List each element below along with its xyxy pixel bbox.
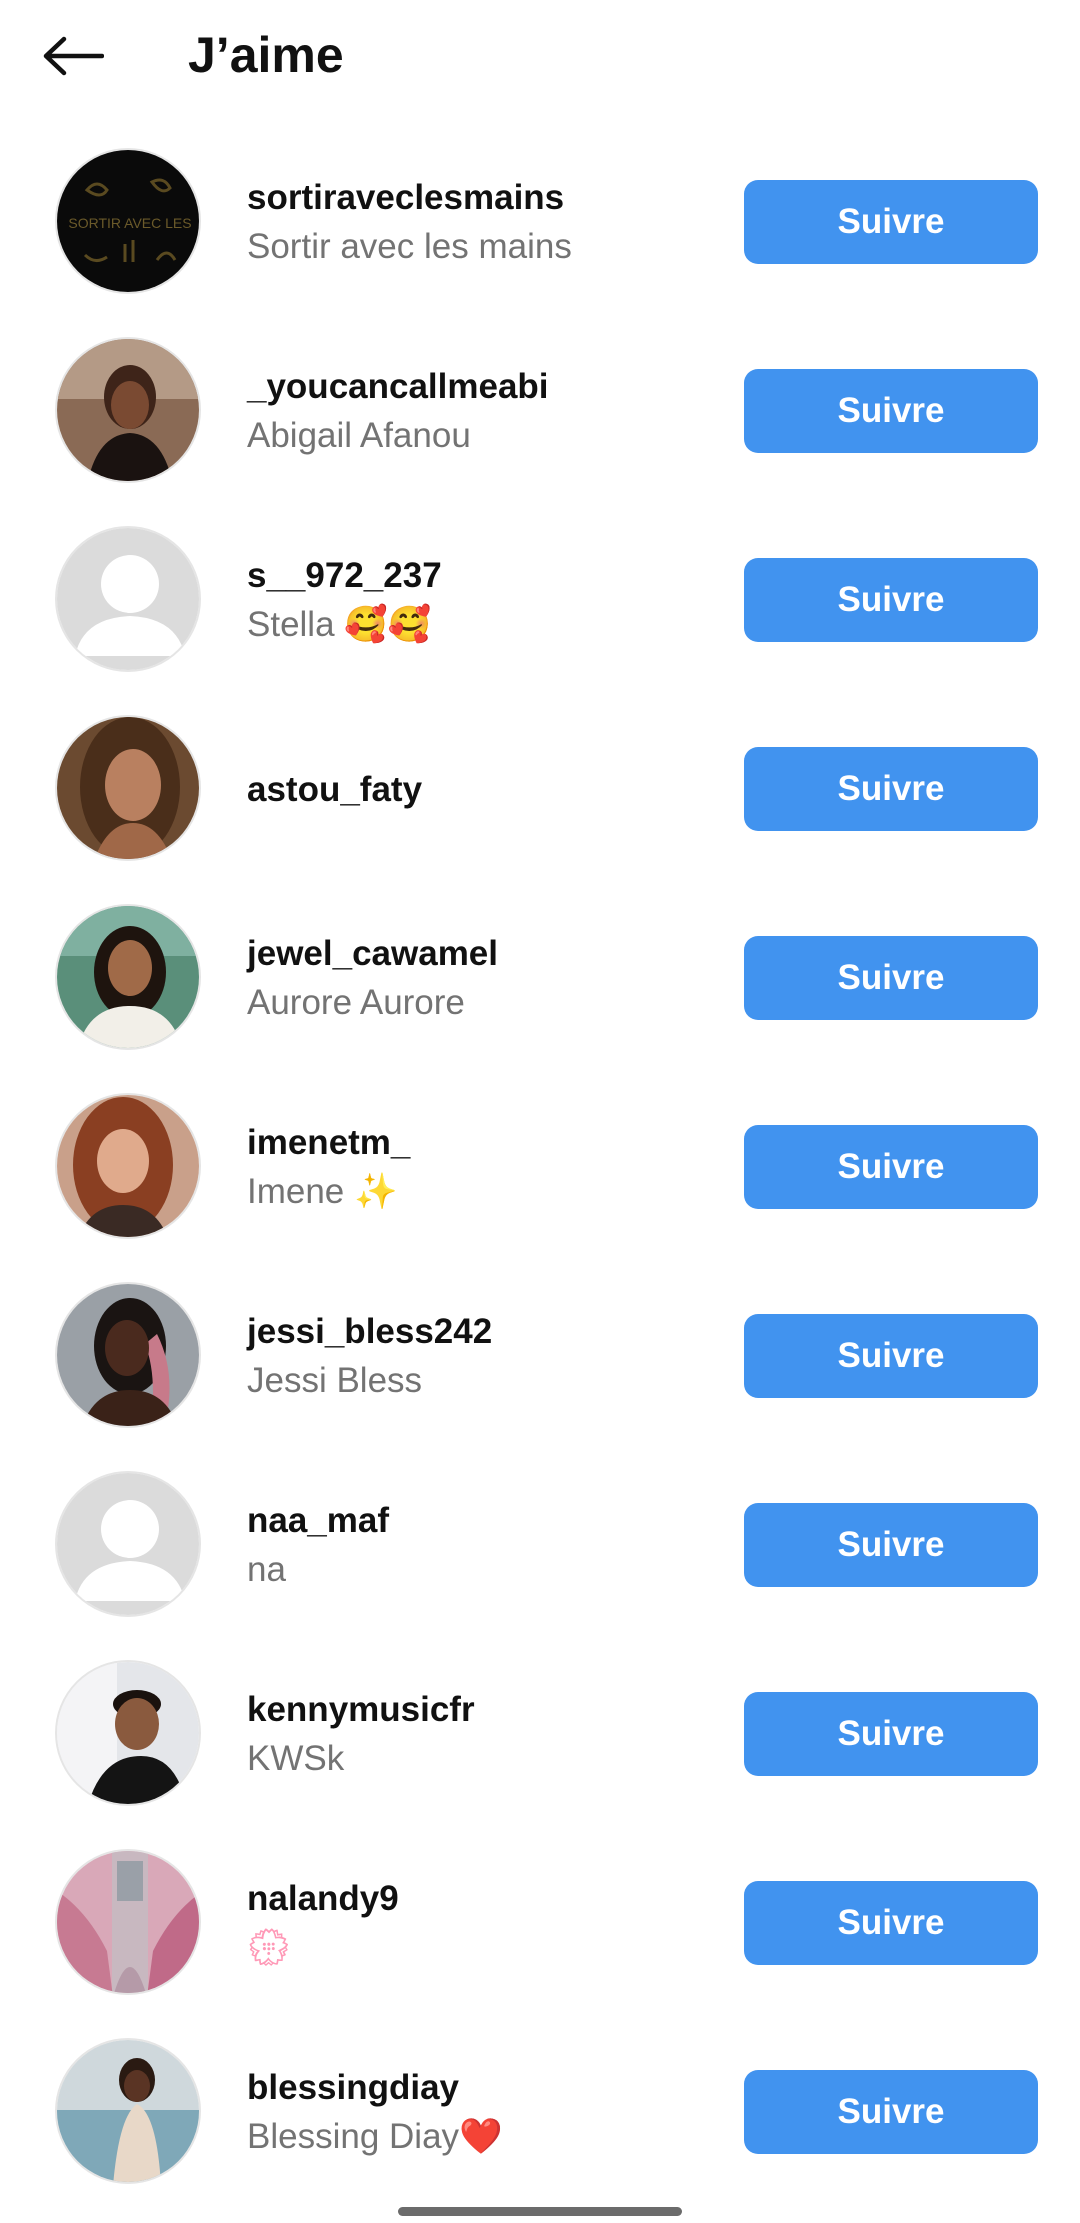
names: naa_maf na <box>247 1451 707 1640</box>
names: astou_faty <box>247 695 707 884</box>
names: jewel_cawamel Aurore Aurore <box>247 884 707 1073</box>
list-item[interactable]: s__972_237 Stella 🥰🥰 Suivre <box>0 506 1080 695</box>
username[interactable]: jessi_bless242 <box>247 1308 707 1356</box>
username[interactable]: imenetm_ <box>247 1119 707 1167</box>
fullname: KWSk <box>247 1738 345 1778</box>
avatar[interactable] <box>55 715 201 861</box>
names: s__972_237 Stella 🥰🥰 <box>247 506 707 695</box>
list-item[interactable]: nalandy9 💮 Suivre <box>0 1829 1080 2018</box>
avatar[interactable]: SORTIR AVEC LES <box>55 148 201 294</box>
avatar[interactable] <box>55 1849 201 1995</box>
svg-text:SORTIR AVEC LES: SORTIR AVEC LES <box>68 215 191 231</box>
list-item[interactable]: jewel_cawamel Aurore Aurore Suivre <box>0 884 1080 1073</box>
names: kennymusicfr KWSk <box>247 1640 707 1829</box>
names: sortiraveclesmains Sortir avec les mains <box>247 128 707 317</box>
follow-button[interactable]: Suivre <box>744 1503 1038 1587</box>
follow-button[interactable]: Suivre <box>744 2070 1038 2154</box>
follow-button[interactable]: Suivre <box>744 180 1038 264</box>
fullname: Aurore Aurore <box>247 982 465 1022</box>
header: J’aime <box>0 0 1080 110</box>
username[interactable]: s__972_237 <box>247 552 707 600</box>
fullname: Imene ✨ <box>247 1171 398 1211</box>
list-item[interactable]: naa_maf na Suivre <box>0 1451 1080 1640</box>
username[interactable]: _youcancallmeabi <box>247 363 707 411</box>
follow-button[interactable]: Suivre <box>744 1125 1038 1209</box>
avatar[interactable] <box>55 337 201 483</box>
fullname: Stella 🥰🥰 <box>247 604 432 644</box>
fullname: Abigail Afanou <box>247 415 471 455</box>
avatar[interactable] <box>55 526 201 672</box>
avatar[interactable] <box>55 904 201 1050</box>
follow-button[interactable]: Suivre <box>744 1314 1038 1398</box>
follow-button[interactable]: Suivre <box>744 1881 1038 1965</box>
follow-button[interactable]: Suivre <box>744 369 1038 453</box>
follow-button[interactable]: Suivre <box>744 747 1038 831</box>
username[interactable]: sortiraveclesmains <box>247 174 707 222</box>
username[interactable]: jewel_cawamel <box>247 930 707 978</box>
list-item[interactable]: jessi_bless242 Jessi Bless Suivre <box>0 1262 1080 1451</box>
list-item[interactable]: blessingdiay Blessing Diay❤️ Suivre <box>0 2018 1080 2207</box>
follow-button[interactable]: Suivre <box>744 558 1038 642</box>
fullname: Jessi Bless <box>247 1360 423 1400</box>
names: nalandy9 💮 <box>247 1829 707 2018</box>
home-indicator[interactable] <box>398 2207 682 2216</box>
names: jessi_bless242 Jessi Bless <box>247 1262 707 1451</box>
fullname: 💮 <box>247 1927 291 1967</box>
names: imenetm_ Imene ✨ <box>247 1073 707 1262</box>
likers-list: SORTIR AVEC LES sortiraveclesmains Sorti… <box>0 128 1080 2207</box>
avatar[interactable] <box>55 1282 201 1428</box>
fullname: Sortir avec les mains <box>247 226 572 266</box>
page-title: J’aime <box>188 27 344 83</box>
list-item[interactable]: SORTIR AVEC LES sortiraveclesmains Sorti… <box>0 128 1080 317</box>
follow-button[interactable]: Suivre <box>744 936 1038 1020</box>
default-user-icon <box>57 528 199 670</box>
avatar[interactable] <box>55 1471 201 1617</box>
username[interactable]: naa_maf <box>247 1497 707 1545</box>
arrow-left-icon <box>43 36 104 76</box>
back-button[interactable] <box>38 28 108 84</box>
names: _youcancallmeabi Abigail Afanou <box>247 317 707 506</box>
username[interactable]: nalandy9 <box>247 1875 707 1923</box>
fullname: na <box>247 1549 286 1589</box>
username[interactable]: astou_faty <box>247 766 707 814</box>
avatar[interactable] <box>55 2038 201 2184</box>
username[interactable]: blessingdiay <box>247 2064 707 2112</box>
avatar[interactable] <box>55 1660 201 1806</box>
follow-button[interactable]: Suivre <box>744 1692 1038 1776</box>
names: blessingdiay Blessing Diay❤️ <box>247 2018 707 2207</box>
list-item[interactable]: imenetm_ Imene ✨ Suivre <box>0 1073 1080 1262</box>
list-item[interactable]: _youcancallmeabi Abigail Afanou Suivre <box>0 317 1080 506</box>
username[interactable]: kennymusicfr <box>247 1686 707 1734</box>
list-item[interactable]: astou_faty Suivre <box>0 695 1080 884</box>
default-user-icon <box>57 1473 199 1615</box>
avatar[interactable] <box>55 1093 201 1239</box>
list-item[interactable]: kennymusicfr KWSk Suivre <box>0 1640 1080 1829</box>
fullname: Blessing Diay❤️ <box>247 2116 503 2156</box>
